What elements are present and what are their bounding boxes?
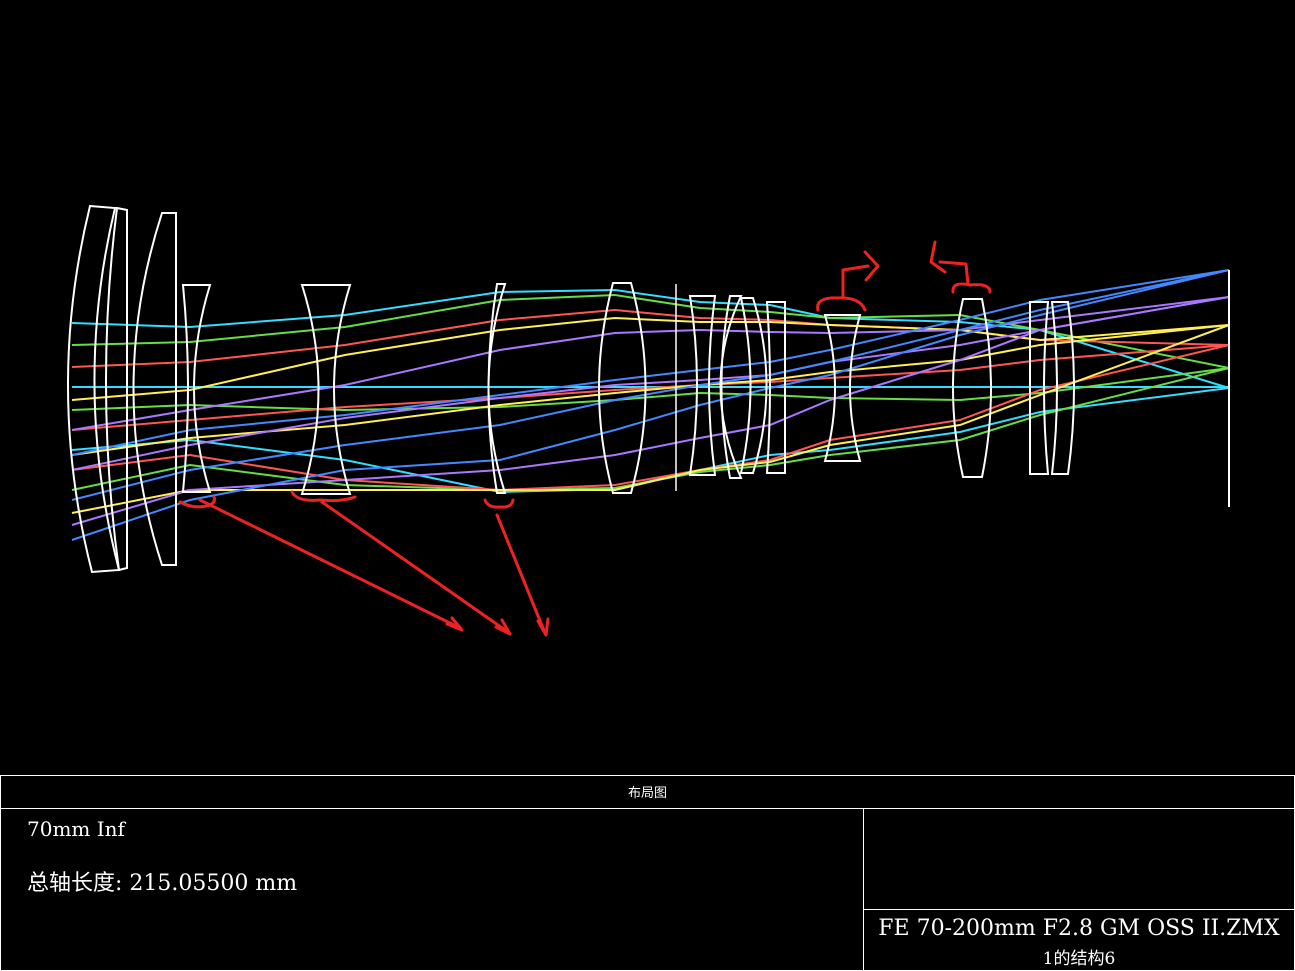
bracket-annotation-4 xyxy=(816,296,867,312)
arrow-annotation-3 xyxy=(495,513,547,635)
ray-fan-group xyxy=(71,269,1230,541)
axial-length-label: 总轴长度: xyxy=(27,871,123,896)
panel-title: 布局图 xyxy=(1,776,1294,809)
arrow-annotation-4 xyxy=(841,264,870,300)
zoom-info-label: 70mm Inf xyxy=(27,817,125,841)
lens-layout-diagram xyxy=(67,204,1230,637)
bracket-annotation-3 xyxy=(483,498,515,509)
lens-element-6 xyxy=(487,283,507,494)
arrow-annotation-2 xyxy=(320,500,510,634)
info-left-cell: 70mm Inf 总轴长度: 215.05500 mm xyxy=(1,809,864,970)
axial-length-value: 215.05500 mm xyxy=(129,871,298,896)
axial-length-line: 总轴长度: 215.05500 mm xyxy=(27,865,297,897)
bracket-annotation-5 xyxy=(951,282,992,294)
info-right-empty-cell xyxy=(864,809,1294,910)
lens-element-2 xyxy=(105,206,128,572)
ray-trace-17 xyxy=(71,269,1230,501)
arrowhead-annotation-5 xyxy=(929,240,947,274)
configuration-label: 1的结构6 xyxy=(1042,949,1116,969)
file-name: FE 70-200mm F2.8 GM OSS II.ZMX xyxy=(878,916,1280,941)
arrowhead-annotation-3 xyxy=(536,617,550,637)
ray-trace-18 xyxy=(71,269,1230,541)
info-panel: 布局图 70mm Inf 总轴长度: 215.05500 mm FE 70-20… xyxy=(0,775,1295,971)
lens-element-10 xyxy=(739,297,768,474)
arrow-annotation-1 xyxy=(198,498,462,630)
